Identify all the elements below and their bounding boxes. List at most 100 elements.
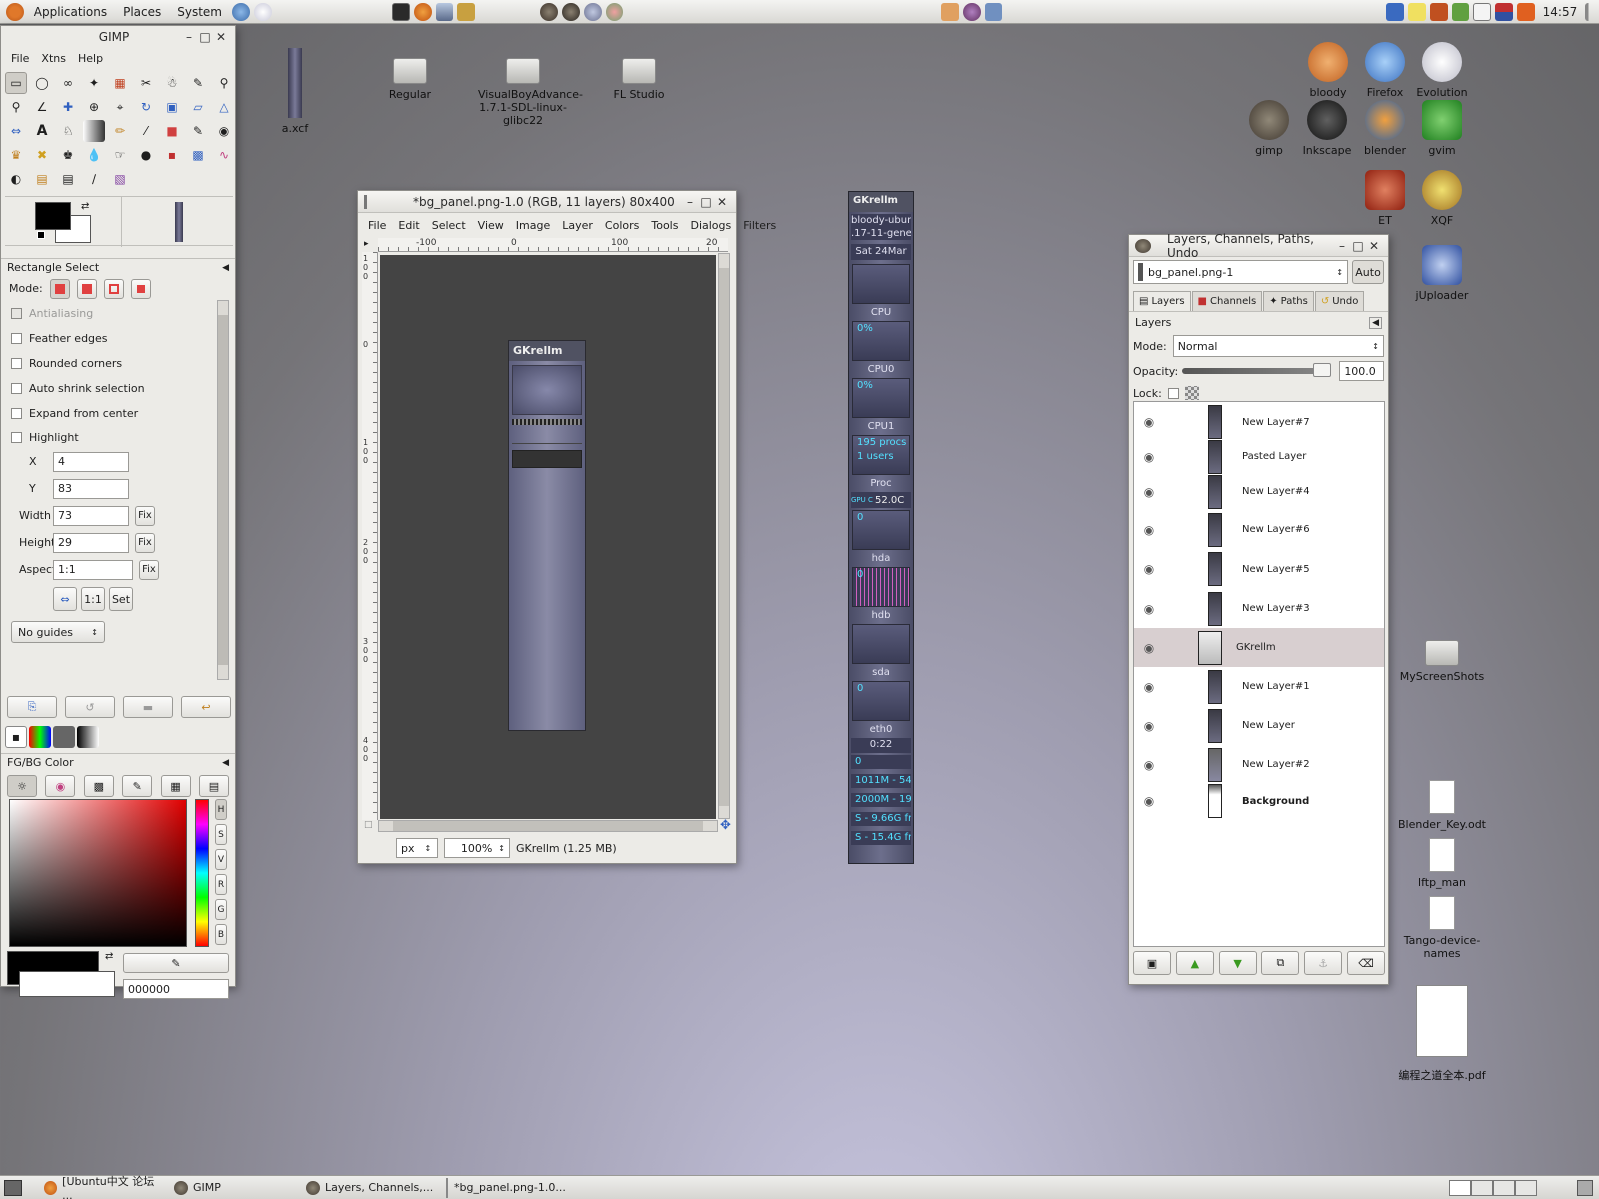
aspect-fix-button[interactable]: Fix (139, 559, 159, 580)
highlight-checkbox[interactable] (11, 431, 22, 443)
zoom-icon[interactable]: ⚲ (5, 96, 27, 118)
places-menu[interactable]: Places (115, 5, 169, 19)
computer-icon[interactable] (435, 2, 454, 21)
ruler-corner-icon[interactable]: ▸ (364, 239, 369, 249)
watercolor-selector-icon[interactable]: ✎ (122, 775, 153, 797)
anchor-layer-button[interactable]: ⚓ (1304, 951, 1343, 975)
auto-button[interactable]: Auto (1352, 260, 1384, 284)
image-icon[interactable]: ▤ (31, 168, 53, 190)
layer-row[interactable]: ◉ Pasted Layer (1134, 439, 1384, 474)
shear-icon[interactable]: ▱ (187, 96, 209, 118)
fuzzy-select-icon[interactable]: ✦ (83, 72, 105, 94)
desktop-icon-axcf[interactable]: a.xcf (250, 48, 340, 135)
taskbar-item-gimp[interactable]: GIMP (168, 1178, 300, 1198)
update-icon[interactable] (1429, 2, 1448, 21)
close-icon[interactable]: ✕ (213, 30, 229, 44)
reset-options-button[interactable]: ↩ (181, 696, 231, 718)
image-selector[interactable]: bg_panel.png-1 ↕ (1133, 260, 1349, 284)
layer-row[interactable]: ◉ New Layer#3 (1134, 589, 1384, 628)
download-icon[interactable] (1451, 2, 1470, 21)
opacity-input[interactable]: 100.0 (1339, 361, 1384, 381)
zoom-dropdown[interactable]: 100% ↕ (444, 838, 510, 858)
tab-undo[interactable]: ↺ Undo (1314, 291, 1365, 311)
image-canvas[interactable]: GKrellm (380, 255, 716, 819)
mail-notify-icon[interactable] (941, 2, 959, 21)
rotate-view-icon[interactable]: ◐ (5, 168, 27, 190)
swap-fgbg-icon[interactable]: ⇄ (105, 951, 113, 962)
paths-icon[interactable]: ✎ (187, 72, 209, 94)
taskbar-item-image[interactable]: *bg_panel.png-1.0... (446, 1177, 586, 1198)
settings-icon[interactable] (583, 2, 602, 21)
text-icon[interactable]: A (31, 120, 53, 142)
histogram-icon[interactable]: ▤ (57, 168, 79, 190)
mode-intersect-button[interactable] (130, 278, 151, 299)
crop-icon[interactable]: ⌖ (109, 96, 131, 118)
save-options-button[interactable]: ⎘ (7, 696, 57, 718)
clone-icon[interactable]: ♛ (5, 144, 27, 166)
levels-icon[interactable]: ▩ (187, 144, 209, 166)
menu-file[interactable]: File (5, 52, 35, 65)
envelope-icon[interactable] (1473, 2, 1492, 21)
applications-menu[interactable]: Applications (26, 5, 115, 19)
system-menu[interactable]: System (169, 5, 230, 19)
layer-row[interactable]: ◉ New Layer#6 (1134, 510, 1384, 549)
sticky-notes-icon[interactable] (1408, 2, 1426, 21)
balls-icon[interactable] (605, 2, 624, 21)
menu-tools[interactable]: Tools (645, 219, 684, 232)
lower-layer-button[interactable]: ▼ (1218, 951, 1257, 975)
hue-strip[interactable] (195, 799, 209, 947)
rect-select-icon[interactable]: ▭ (5, 72, 27, 94)
menu-xtns[interactable]: Xtns (35, 52, 72, 65)
scale-icon[interactable]: ▣ (161, 96, 183, 118)
taskbar-item-layers[interactable]: Layers, Channels,... (300, 1178, 446, 1198)
feather-checkbox[interactable] (11, 333, 22, 344)
scrollbar-thumb[interactable] (218, 315, 228, 665)
channel-g-button[interactable]: G (215, 899, 227, 920)
expand-row[interactable]: Expand from center (1, 401, 235, 426)
proc-chart[interactable]: 195 procs 1 users (852, 435, 910, 475)
scrollbar-thumb[interactable] (393, 821, 703, 831)
desktop-icon-tango[interactable]: Tango-device- names (1397, 896, 1487, 960)
maximize-icon[interactable]: □ (698, 195, 714, 209)
restore-options-button[interactable]: ↺ (65, 696, 115, 718)
temp-row[interactable]: GPU C 52.0C (851, 492, 911, 508)
trash-icon[interactable] (1577, 1179, 1593, 1196)
close-icon[interactable]: ✕ (714, 195, 730, 209)
aspect-input[interactable]: 1:1 (53, 559, 133, 580)
palette-tab-icon[interactable] (29, 726, 51, 748)
channel-b-button[interactable]: B (215, 924, 227, 945)
visibility-eye-icon[interactable]: ◉ (1134, 562, 1164, 576)
cpu0-chart[interactable]: 0% (852, 321, 910, 361)
opacity-slider-handle[interactable] (1313, 363, 1332, 377)
desktop-icon-pdf[interactable]: 编程之道全本.pdf (1397, 985, 1487, 1083)
toolbox-titlebar[interactable]: GIMP – □ ✕ (1, 26, 235, 48)
layer-row[interactable]: ◉ New Layer (1134, 706, 1384, 745)
guides-dropdown[interactable]: No guides ↕ (11, 621, 105, 643)
channel-v-button[interactable]: V (215, 849, 227, 870)
rotate-icon[interactable]: ↻ (135, 96, 157, 118)
terminal-icon[interactable] (391, 2, 410, 21)
gradient-editor-icon[interactable]: ▧ (109, 168, 131, 190)
layers-titlebar[interactable]: Layers, Channels, Paths, Undo – □ ✕ (1129, 232, 1388, 260)
sda-chart[interactable] (852, 624, 910, 664)
clock-launcher-icon[interactable] (253, 2, 272, 21)
screen-icon[interactable] (984, 2, 1003, 21)
workspace-2-icon[interactable] (1471, 1179, 1493, 1196)
default-colors-icon[interactable] (37, 231, 45, 239)
eye-icon[interactable] (962, 2, 981, 21)
heal-icon[interactable]: ✖ (31, 144, 53, 166)
panel-menu-icon[interactable]: ◀ (1369, 316, 1382, 329)
channel-r-button[interactable]: R (215, 874, 227, 895)
swap-aspect-button[interactable]: ⇔ (53, 587, 77, 611)
visibility-eye-icon[interactable]: ◉ (1134, 523, 1164, 537)
feather-row[interactable]: Feather edges (1, 326, 235, 351)
color-picker-button[interactable]: ✎ (123, 953, 229, 973)
new-layer-button[interactable]: ▣ (1133, 951, 1171, 975)
layer-row[interactable]: ◉ New Layer#1 (1134, 667, 1384, 706)
minimize-icon[interactable]: – (682, 195, 698, 209)
hdb-chart[interactable]: 0 (852, 567, 910, 607)
flag-icon[interactable] (1495, 2, 1513, 21)
tab-layers[interactable]: ▤ Layers (1133, 291, 1191, 311)
desktop-icon-regular[interactable]: Regular (365, 58, 455, 101)
color-picker-icon[interactable]: ⚲ (213, 72, 235, 94)
